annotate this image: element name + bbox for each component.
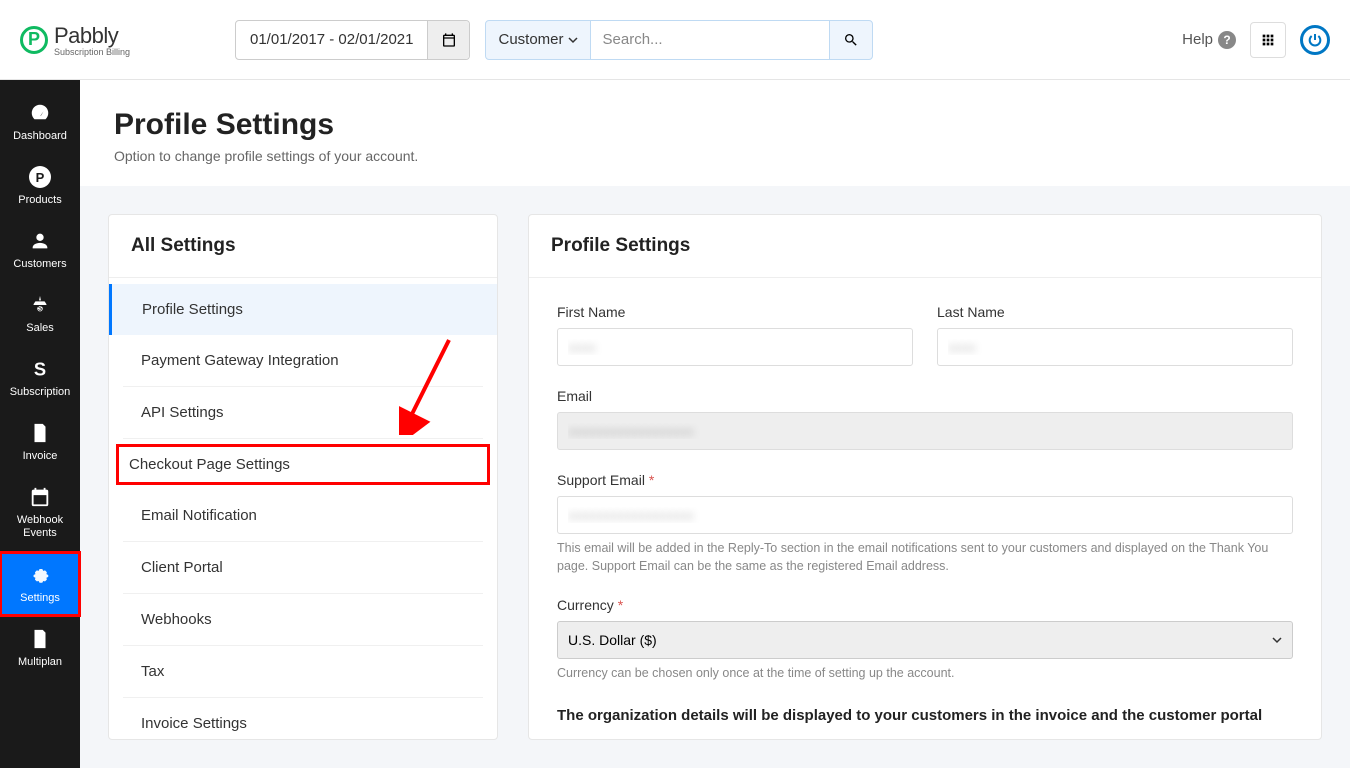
support-email-input[interactable] (557, 496, 1293, 534)
sidebar-item-multiplan[interactable]: Multiplan (0, 616, 80, 680)
settings-item-profile[interactable]: Profile Settings (109, 284, 497, 335)
multiplan-icon (29, 628, 51, 650)
settings-item-client-portal[interactable]: Client Portal (123, 542, 483, 594)
first-name-input[interactable] (557, 328, 913, 366)
page-header: Profile Settings Option to change profil… (80, 80, 1350, 186)
last-name-input[interactable] (937, 328, 1293, 366)
currency-select[interactable]: U.S. Dollar ($) (557, 621, 1293, 659)
settings-item-email-notification[interactable]: Email Notification (123, 490, 483, 542)
help-icon: ? (1218, 31, 1236, 49)
settings-item-webhooks[interactable]: Webhooks (123, 594, 483, 646)
logo[interactable]: P Pabbly Subscription Billing (20, 23, 220, 57)
sidebar-item-customers[interactable]: Customers (0, 218, 80, 282)
email-input (557, 412, 1293, 450)
brand-sub: Subscription Billing (54, 47, 130, 57)
settings-item-invoice-settings[interactable]: Invoice Settings (123, 698, 483, 749)
date-range-text: 01/01/2017 - 02/01/2021 (236, 21, 427, 59)
settings-item-payment-gateway[interactable]: Payment Gateway Integration (123, 335, 483, 387)
search-group: Customer (485, 20, 872, 60)
chevron-down-icon (568, 35, 578, 45)
settings-nav-title: All Settings (109, 215, 497, 278)
profile-form-panel: Profile Settings First Name Last Name (528, 214, 1322, 740)
currency-label: Currency * (557, 597, 1293, 613)
chevron-down-icon (1272, 635, 1282, 645)
sidebar: Dashboard P Products Customers $ Sales S… (0, 80, 80, 768)
page-title: Profile Settings (114, 108, 1316, 142)
sidebar-item-subscription[interactable]: S Subscription (0, 346, 80, 410)
profile-form-title: Profile Settings (529, 215, 1321, 278)
settings-list: Profile Settings Payment Gateway Integra… (109, 278, 497, 755)
sidebar-item-invoice[interactable]: Invoice (0, 410, 80, 474)
subscription-icon: S (29, 358, 51, 380)
support-email-hint: This email will be added in the Reply-To… (557, 540, 1293, 575)
first-name-label: First Name (557, 304, 913, 320)
customers-icon (29, 230, 51, 252)
org-details-note: The organization details will be display… (557, 707, 1293, 724)
settings-item-api[interactable]: API Settings (123, 387, 483, 439)
settings-nav-panel: All Settings Profile Settings Payment Ga… (108, 214, 498, 740)
grid-icon (1260, 32, 1276, 48)
dashboard-icon (29, 102, 51, 124)
brand-name: Pabbly (54, 23, 130, 49)
main: Profile Settings Option to change profil… (80, 80, 1350, 768)
sidebar-item-webhook-events[interactable]: Webhook Events (0, 474, 80, 552)
invoice-icon (29, 422, 51, 444)
calendar-icon[interactable] (427, 21, 469, 59)
apps-button[interactable] (1250, 22, 1286, 58)
gear-icon (29, 564, 51, 586)
last-name-label: Last Name (937, 304, 1293, 320)
svg-text:$: $ (38, 304, 42, 313)
svg-text:S: S (34, 358, 46, 379)
profile-form: First Name Last Name Email Support (529, 278, 1321, 750)
topbar-right: Help ? (1182, 22, 1330, 58)
search-input[interactable] (590, 21, 830, 59)
power-icon (1307, 32, 1323, 48)
settings-item-tax[interactable]: Tax (123, 646, 483, 698)
support-email-label: Support Email * (557, 472, 1293, 488)
page-subtitle: Option to change profile settings of you… (114, 148, 1316, 164)
content: All Settings Profile Settings Payment Ga… (80, 186, 1350, 768)
search-filter-dropdown[interactable]: Customer (486, 21, 589, 59)
settings-item-checkout-page[interactable]: Checkout Page Settings (111, 439, 495, 490)
power-button[interactable] (1300, 25, 1330, 55)
sidebar-item-sales[interactable]: $ Sales (0, 282, 80, 346)
email-label: Email (557, 388, 1293, 404)
search-button[interactable] (830, 21, 872, 59)
sales-icon: $ (29, 294, 51, 316)
sidebar-item-dashboard[interactable]: Dashboard (0, 90, 80, 154)
sidebar-item-products[interactable]: P Products (0, 154, 80, 218)
help-link[interactable]: Help ? (1182, 31, 1236, 49)
logo-icon: P (20, 26, 48, 54)
sidebar-item-settings[interactable]: Settings (0, 552, 80, 616)
webhook-icon (29, 486, 51, 508)
search-icon (843, 32, 859, 48)
topbar: P Pabbly Subscription Billing 01/01/2017… (0, 0, 1350, 80)
products-icon: P (29, 166, 51, 188)
currency-hint: Currency can be chosen only once at the … (557, 665, 1293, 683)
date-range-picker[interactable]: 01/01/2017 - 02/01/2021 (235, 20, 470, 60)
